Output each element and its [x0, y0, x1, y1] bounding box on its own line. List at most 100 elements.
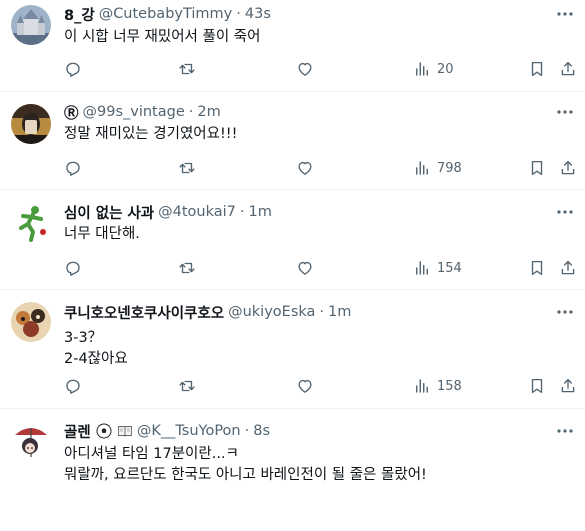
- display-name[interactable]: 8_강: [64, 4, 95, 25]
- tweet-line: 3-3？: [64, 330, 103, 346]
- share-icon: [561, 260, 575, 275]
- like-button[interactable]: [296, 257, 314, 279]
- tweet-card[interactable]: 심이 없는 사과 @4toukai7 · 1m 너무 대단해. 154: [0, 190, 585, 290]
- like-button[interactable]: [296, 157, 314, 179]
- tweet-line: 너무 대단해.: [64, 226, 140, 242]
- bookmark-button[interactable]: [528, 157, 546, 179]
- user-handle[interactable]: @4toukai7: [158, 204, 236, 220]
- green-runner-avatar-icon: [11, 202, 51, 242]
- avatar[interactable]: [11, 5, 51, 45]
- more-button[interactable]: [555, 104, 575, 120]
- share-icon: [561, 160, 575, 175]
- share-button[interactable]: [559, 157, 577, 179]
- like-icon: [298, 161, 312, 175]
- views-button[interactable]: 158: [413, 375, 462, 397]
- reply-button[interactable]: [64, 257, 82, 279]
- book-icon: [117, 425, 132, 437]
- timestamp[interactable]: 43s: [245, 6, 271, 22]
- more-button[interactable]: [555, 6, 575, 22]
- castle-avatar-icon: [11, 5, 51, 45]
- view-count: 20: [437, 61, 454, 77]
- user-handle[interactable]: @ukiyoEska: [228, 304, 315, 320]
- user-handle[interactable]: @99s_vintage: [83, 104, 185, 120]
- more-button[interactable]: [555, 204, 575, 220]
- ukiyoe-avatar-icon: [11, 302, 51, 342]
- tweet-line: 이 시합 너무 재밌어서 풀이 죽어: [64, 29, 261, 45]
- tweet-line: 2-4잖아요: [64, 351, 128, 367]
- bookmark-button[interactable]: [528, 58, 546, 80]
- reply-button[interactable]: [64, 375, 82, 397]
- more-icon: [557, 429, 573, 433]
- bookmark-icon: [531, 260, 543, 276]
- retweet-button[interactable]: [178, 257, 196, 279]
- views-icon: [416, 161, 428, 175]
- timestamp[interactable]: 2m: [197, 104, 220, 120]
- tweet-header: 쿠니호오넨호쿠사이쿠호오 @ukiyoEska · 1m: [64, 302, 545, 322]
- views-icon: [416, 62, 428, 76]
- more-button[interactable]: [555, 423, 575, 439]
- display-name[interactable]: 골렌: [64, 421, 133, 442]
- timestamp[interactable]: 1m: [249, 204, 272, 220]
- timestamp[interactable]: 8s: [253, 423, 270, 439]
- tweet-card[interactable]: 골렌 @K__TsuYoPon · 8s 아디셔널 타임 17분이란...ㅋ 뭐…: [0, 409, 585, 531]
- reply-icon: [66, 62, 80, 77]
- share-button[interactable]: [559, 375, 577, 397]
- action-bar: 20: [64, 58, 585, 80]
- soccer-ball-icon: [96, 423, 112, 438]
- display-name[interactable]: Ⓡ: [64, 102, 79, 123]
- person-photo-avatar-icon: [11, 104, 51, 144]
- tweet-line: 뭐랄까, 요르단도 한국도 아니고 바레인전이 될 줄은 몰랐어!: [64, 467, 427, 483]
- retweet-button[interactable]: [178, 375, 196, 397]
- more-button[interactable]: [555, 304, 575, 320]
- action-bar: 154: [64, 257, 585, 279]
- display-name[interactable]: 심이 없는 사과: [64, 202, 154, 223]
- separator-dot: ·: [319, 304, 325, 320]
- retweet-button[interactable]: [178, 58, 196, 80]
- timestamp[interactable]: 1m: [328, 304, 351, 320]
- tweet-header: 골렌 @K__TsuYoPon · 8s: [64, 421, 545, 441]
- display-name[interactable]: 쿠니호오넨호쿠사이쿠호오: [64, 302, 224, 323]
- tweet-card[interactable]: Ⓡ @99s_vintage · 2m 정말 재미있는 경기였어요!!! 798: [0, 92, 585, 190]
- share-button[interactable]: [559, 257, 577, 279]
- separator-dot: ·: [236, 6, 241, 22]
- like-button[interactable]: [296, 58, 314, 80]
- view-count: 154: [437, 260, 462, 276]
- views-button[interactable]: 798: [413, 157, 462, 179]
- tweet-header: Ⓡ @99s_vintage · 2m: [64, 102, 545, 122]
- tweet-text: 정말 재미있는 경기였어요!!!: [64, 124, 565, 145]
- action-bar: 798: [64, 157, 585, 179]
- tweet-card[interactable]: 8_강 @CutebabyTimmy · 43s 이 시합 너무 재밌어서 풀이…: [0, 0, 585, 92]
- share-icon: [561, 61, 575, 76]
- views-button[interactable]: 154: [413, 257, 462, 279]
- views-icon: [416, 261, 428, 275]
- bookmark-button[interactable]: [528, 257, 546, 279]
- tweet-text: 아디셔널 타임 17분이란...ㅋ 뭐랄까, 요르단도 한국도 아니고 바레인전…: [64, 444, 565, 486]
- view-count: 158: [437, 378, 462, 394]
- share-button[interactable]: [559, 58, 577, 80]
- more-icon: [557, 12, 573, 16]
- views-icon: [416, 379, 428, 393]
- retweet-icon: [179, 162, 195, 174]
- bookmark-button[interactable]: [528, 375, 546, 397]
- separator-dot: ·: [188, 104, 194, 120]
- views-button[interactable]: 20: [413, 58, 454, 80]
- reply-button[interactable]: [64, 58, 82, 80]
- action-bar: 158: [64, 375, 585, 397]
- like-icon: [298, 261, 312, 275]
- like-icon: [298, 62, 312, 76]
- user-handle[interactable]: @CutebabyTimmy: [99, 6, 233, 22]
- reply-icon: [66, 379, 80, 394]
- avatar[interactable]: [11, 302, 51, 342]
- avatar[interactable]: [11, 202, 51, 242]
- tweet-card[interactable]: 쿠니호오넨호쿠사이쿠호오 @ukiyoEska · 1m 3-3？ 2-4잖아요: [0, 290, 585, 409]
- like-button[interactable]: [296, 375, 314, 397]
- retweet-icon: [179, 262, 195, 274]
- user-handle[interactable]: @K__TsuYoPon: [137, 423, 241, 439]
- tweet-header: 심이 없는 사과 @4toukai7 · 1m: [64, 202, 545, 222]
- separator-dot: ·: [244, 423, 250, 439]
- reply-button[interactable]: [64, 157, 82, 179]
- retweet-icon: [179, 380, 195, 392]
- retweet-button[interactable]: [178, 157, 196, 179]
- avatar[interactable]: [11, 104, 51, 144]
- avatar[interactable]: [11, 421, 51, 461]
